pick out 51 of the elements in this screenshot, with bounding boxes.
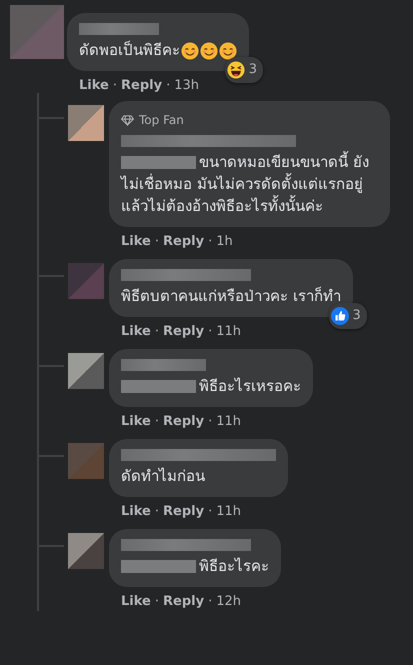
comment-time: 11h — [216, 504, 241, 518]
separator-dot: · — [154, 234, 159, 248]
smiling-face-icon — [219, 42, 237, 60]
action-link[interactable]: Reply — [163, 594, 204, 608]
action-link[interactable]: Reply — [121, 78, 162, 92]
action-link[interactable]: Reply — [163, 234, 204, 248]
separator-dot: · — [208, 504, 212, 518]
avatar[interactable] — [68, 263, 104, 299]
thumbs-up-icon — [330, 307, 348, 325]
comment-text: พิธีอะไรคะ — [199, 557, 269, 575]
reaction-count[interactable]: 3 — [328, 303, 367, 329]
comment-time: 1h — [216, 234, 233, 248]
separator-dot: · — [166, 78, 170, 92]
avatar[interactable] — [68, 353, 104, 389]
separator-dot: · — [208, 324, 212, 338]
comment-time: 13h — [174, 78, 199, 92]
reaction-number: 3 — [248, 61, 257, 79]
separator-dot: · — [154, 414, 159, 428]
comment-text: พิธีอะไรเหรอคะ — [199, 377, 301, 395]
avatar[interactable] — [68, 533, 104, 569]
reaction-count[interactable]: 3 — [224, 57, 263, 83]
comment-text: ดัดพอเป็นพิธีคะ — [79, 41, 180, 59]
separator-dot: · — [154, 594, 159, 608]
comment-text: พิธีตบตาคนแก่หรือป่าวคะ เราก็ทำ — [121, 287, 341, 305]
comment-time: 11h — [216, 414, 241, 428]
action-link[interactable]: Like — [121, 594, 151, 608]
separator-dot: · — [112, 78, 117, 92]
separator-dot: · — [154, 324, 159, 338]
comment-time: 12h — [216, 594, 241, 608]
action-link[interactable]: Like — [121, 234, 151, 248]
action-link[interactable]: Like — [121, 504, 151, 518]
action-link[interactable]: Reply — [163, 324, 204, 338]
separator-dot: · — [154, 504, 159, 518]
smiling-face-icon — [181, 42, 199, 60]
separator-dot: · — [208, 234, 212, 248]
action-link[interactable]: Like — [79, 78, 109, 92]
comment-text: ขนาดหมอเขียนขนาดนี้ ยังไม่เชื่อหมอ มันไม่ควรดัดตั้งแต่แรกอยู่แล้วไม่ต้องอ้างพิธีอะไรทั้งนั้นค่ะ — [121, 153, 369, 215]
badge-label: Top Fan — [139, 112, 184, 129]
separator-dot: · — [208, 594, 212, 608]
diamond-icon — [121, 114, 134, 126]
comment-time: 11h — [216, 324, 241, 338]
smiling-face-icon — [200, 42, 218, 60]
action-link[interactable]: Like — [121, 414, 151, 428]
separator-dot: · — [208, 414, 212, 428]
comment-text: ดัดทำไมก่อน — [121, 467, 205, 485]
reaction-number: 3 — [352, 307, 361, 325]
action-link[interactable]: Reply — [163, 414, 204, 428]
laughing-face-icon — [226, 61, 245, 79]
action-link[interactable]: Like — [121, 324, 151, 338]
avatar[interactable] — [68, 105, 104, 141]
action-link[interactable]: Reply — [163, 504, 204, 518]
